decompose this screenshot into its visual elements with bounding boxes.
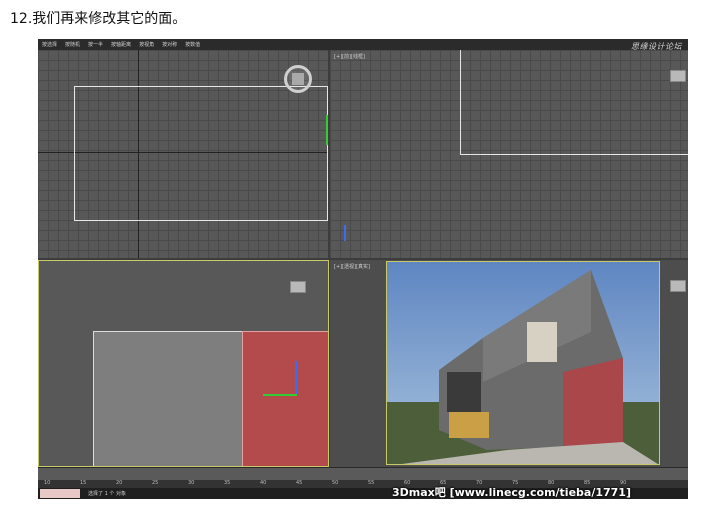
navcube-icon[interactable] bbox=[670, 70, 686, 82]
wall-surface[interactable] bbox=[93, 331, 245, 466]
menu-item[interactable]: 按选择 bbox=[42, 41, 57, 48]
object-outline[interactable] bbox=[460, 50, 688, 155]
axis-gizmo-y bbox=[326, 115, 328, 145]
ruler-tick-label: 25 bbox=[152, 480, 159, 486]
viewport-top-right[interactable]: [+][前][线框] bbox=[330, 50, 688, 258]
menu-bar: 按选择 按随机 按一半 按轴距离 按视角 按对称 按数值 bbox=[38, 39, 688, 50]
render-photo bbox=[386, 261, 660, 465]
viewport-label: [+][前][线框] bbox=[334, 54, 365, 60]
axis-gizmo-z bbox=[344, 225, 346, 241]
navcube-icon[interactable] bbox=[292, 73, 304, 85]
menu-item[interactable]: 按一半 bbox=[88, 41, 103, 48]
ruler-tick-label: 15 bbox=[80, 480, 87, 486]
navcube-icon[interactable] bbox=[670, 280, 686, 292]
navcube-icon[interactable] bbox=[290, 281, 306, 293]
timeline-slider[interactable] bbox=[38, 467, 688, 481]
object-outline[interactable] bbox=[74, 86, 328, 221]
menu-item[interactable]: 按对称 bbox=[162, 41, 177, 48]
watermark-text: 3Dmax吧 [www.linecg.com/tieba/1771] bbox=[392, 486, 631, 499]
ruler-tick-label: 10 bbox=[44, 480, 51, 486]
ruler-tick-label: 35 bbox=[224, 480, 231, 486]
ruler-tick-label: 50 bbox=[332, 480, 339, 486]
axis-gizmo-y bbox=[295, 361, 297, 395]
selected-face[interactable] bbox=[242, 331, 328, 466]
ruler-tick-label: 20 bbox=[116, 480, 123, 486]
ruler-tick-label: 45 bbox=[296, 480, 303, 486]
ruler-tick-label: 30 bbox=[188, 480, 195, 486]
caption-text: 12.我们再来修改其它的面。 bbox=[10, 11, 187, 27]
ruler-tick-label: 55 bbox=[368, 480, 375, 486]
viewport-label: [+][透视][真实] bbox=[334, 264, 370, 270]
menu-item[interactable]: 按数值 bbox=[185, 41, 200, 48]
status-swatch bbox=[40, 489, 80, 498]
status-text: 选择了 1 个 对象 bbox=[88, 491, 126, 497]
menu-item[interactable]: 按随机 bbox=[65, 41, 80, 48]
viewport-top-left[interactable] bbox=[38, 50, 328, 258]
menu-item[interactable]: 按轴距离 bbox=[111, 41, 131, 48]
menu-item[interactable]: 按视角 bbox=[139, 41, 154, 48]
building-render-image bbox=[387, 262, 659, 464]
axis-gizmo-x bbox=[263, 394, 297, 396]
viewport-bottom-left[interactable] bbox=[38, 260, 329, 467]
ruler-tick-label: 40 bbox=[260, 480, 267, 486]
